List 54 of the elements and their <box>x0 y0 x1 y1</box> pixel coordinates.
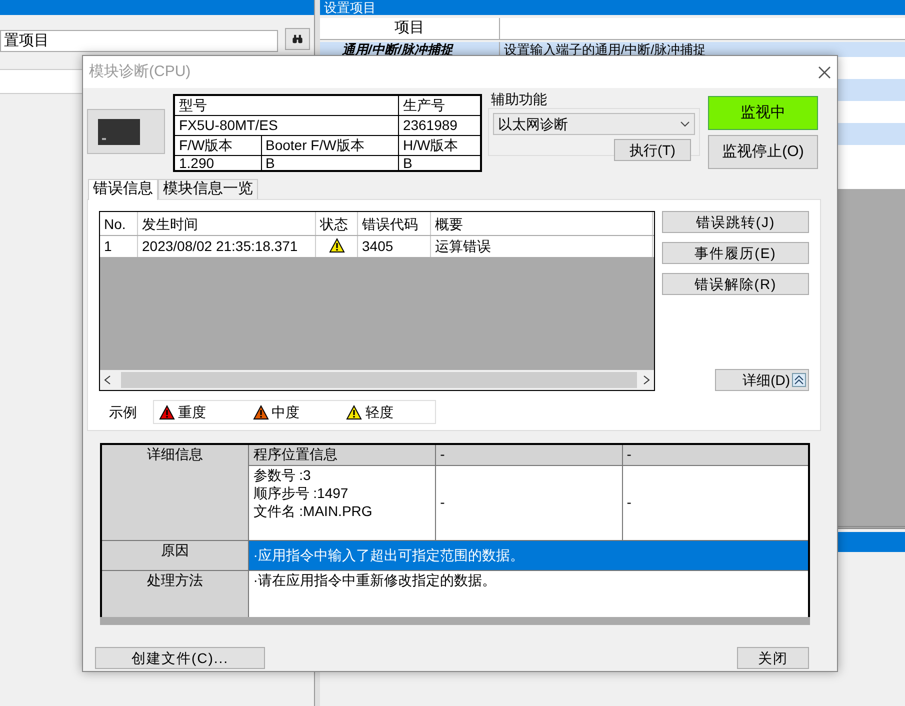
column-header: 错误代码 <box>358 212 431 235</box>
legend-label: 示例 <box>109 402 137 422</box>
column-header: - <box>436 444 622 465</box>
row-header: 原因 <box>101 540 249 570</box>
details-button[interactable]: 详细(D) <box>715 369 809 391</box>
table-cell: F/W版本 <box>174 135 261 155</box>
scroll-right-icon[interactable] <box>643 375 650 385</box>
table-cell: 2023/08/02 21:35:18.371 <box>138 236 316 257</box>
find-button[interactable] <box>285 28 310 50</box>
table-cell: - <box>436 465 622 540</box>
table-cell[interactable]: ·应用指令中输入了超出可指定范围的数据。 <box>248 540 809 570</box>
execute-button[interactable]: 执行(T) <box>614 139 691 162</box>
dialog-button[interactable]: 创建文件(C)... <box>95 647 265 669</box>
table-cell: 3405 <box>358 236 431 257</box>
action-button[interactable]: 事件履历(E) <box>662 242 809 264</box>
column-header: - <box>622 444 809 465</box>
action-button[interactable]: 错误解除(R) <box>662 273 809 295</box>
table-cell: 生产号 <box>398 95 481 115</box>
plc-module-icon <box>87 109 165 154</box>
search-field[interactable]: 置项目 <box>0 30 278 52</box>
row-header: 详细信息 <box>101 444 249 540</box>
tab[interactable]: 模块信息一览 <box>158 179 258 199</box>
table-cell: 1 <box>100 236 138 257</box>
binoculars-icon <box>292 32 303 46</box>
table-cell-text: 文件名 :MAIN.PRG <box>253 502 374 520</box>
table-cell-text: 参数号 :3 <box>253 466 312 484</box>
table-cell: FX5U-80MT/ES <box>174 115 398 135</box>
close-icon[interactable] <box>818 66 831 79</box>
group-label: 辅助功能 <box>490 90 548 108</box>
monitor-button[interactable]: 监视停止(O) <box>708 135 818 169</box>
table-cell-text: 顺序步号 :1497 <box>253 484 350 502</box>
panel-title: 设置项目 <box>320 0 905 15</box>
chevron-icon <box>680 121 690 128</box>
legend-text: 中度 <box>272 402 300 422</box>
legend-text: 重度 <box>178 402 206 422</box>
table-cell: 型号 <box>174 95 398 115</box>
monitor-button[interactable]: 监视中 <box>708 96 818 130</box>
action-button[interactable]: 错误跳转(J) <box>662 211 809 233</box>
column-header: 概要 <box>431 212 653 235</box>
collapse-icon <box>792 373 806 387</box>
window-title: 模块诊断(CPU) <box>89 62 191 82</box>
dialog-button[interactable]: 关闭 <box>737 647 809 669</box>
table-cell: 运算错误 <box>431 236 653 257</box>
column-header: 程序位置信息 <box>248 444 436 465</box>
scroll-left-icon[interactable] <box>104 375 111 385</box>
legend-text: 轻度 <box>365 402 394 422</box>
column-header: 状态 <box>316 212 358 235</box>
tab[interactable]: 错误信息 <box>88 179 158 200</box>
scroll-thumb[interactable] <box>121 372 637 388</box>
column-header: 发生时间 <box>138 212 316 235</box>
table-cell: Booter F/W版本 <box>261 135 398 155</box>
column-header: No. <box>100 212 138 235</box>
column-header: 项目 <box>320 18 500 39</box>
dropdown[interactable]: 以太网诊断 <box>493 113 695 136</box>
